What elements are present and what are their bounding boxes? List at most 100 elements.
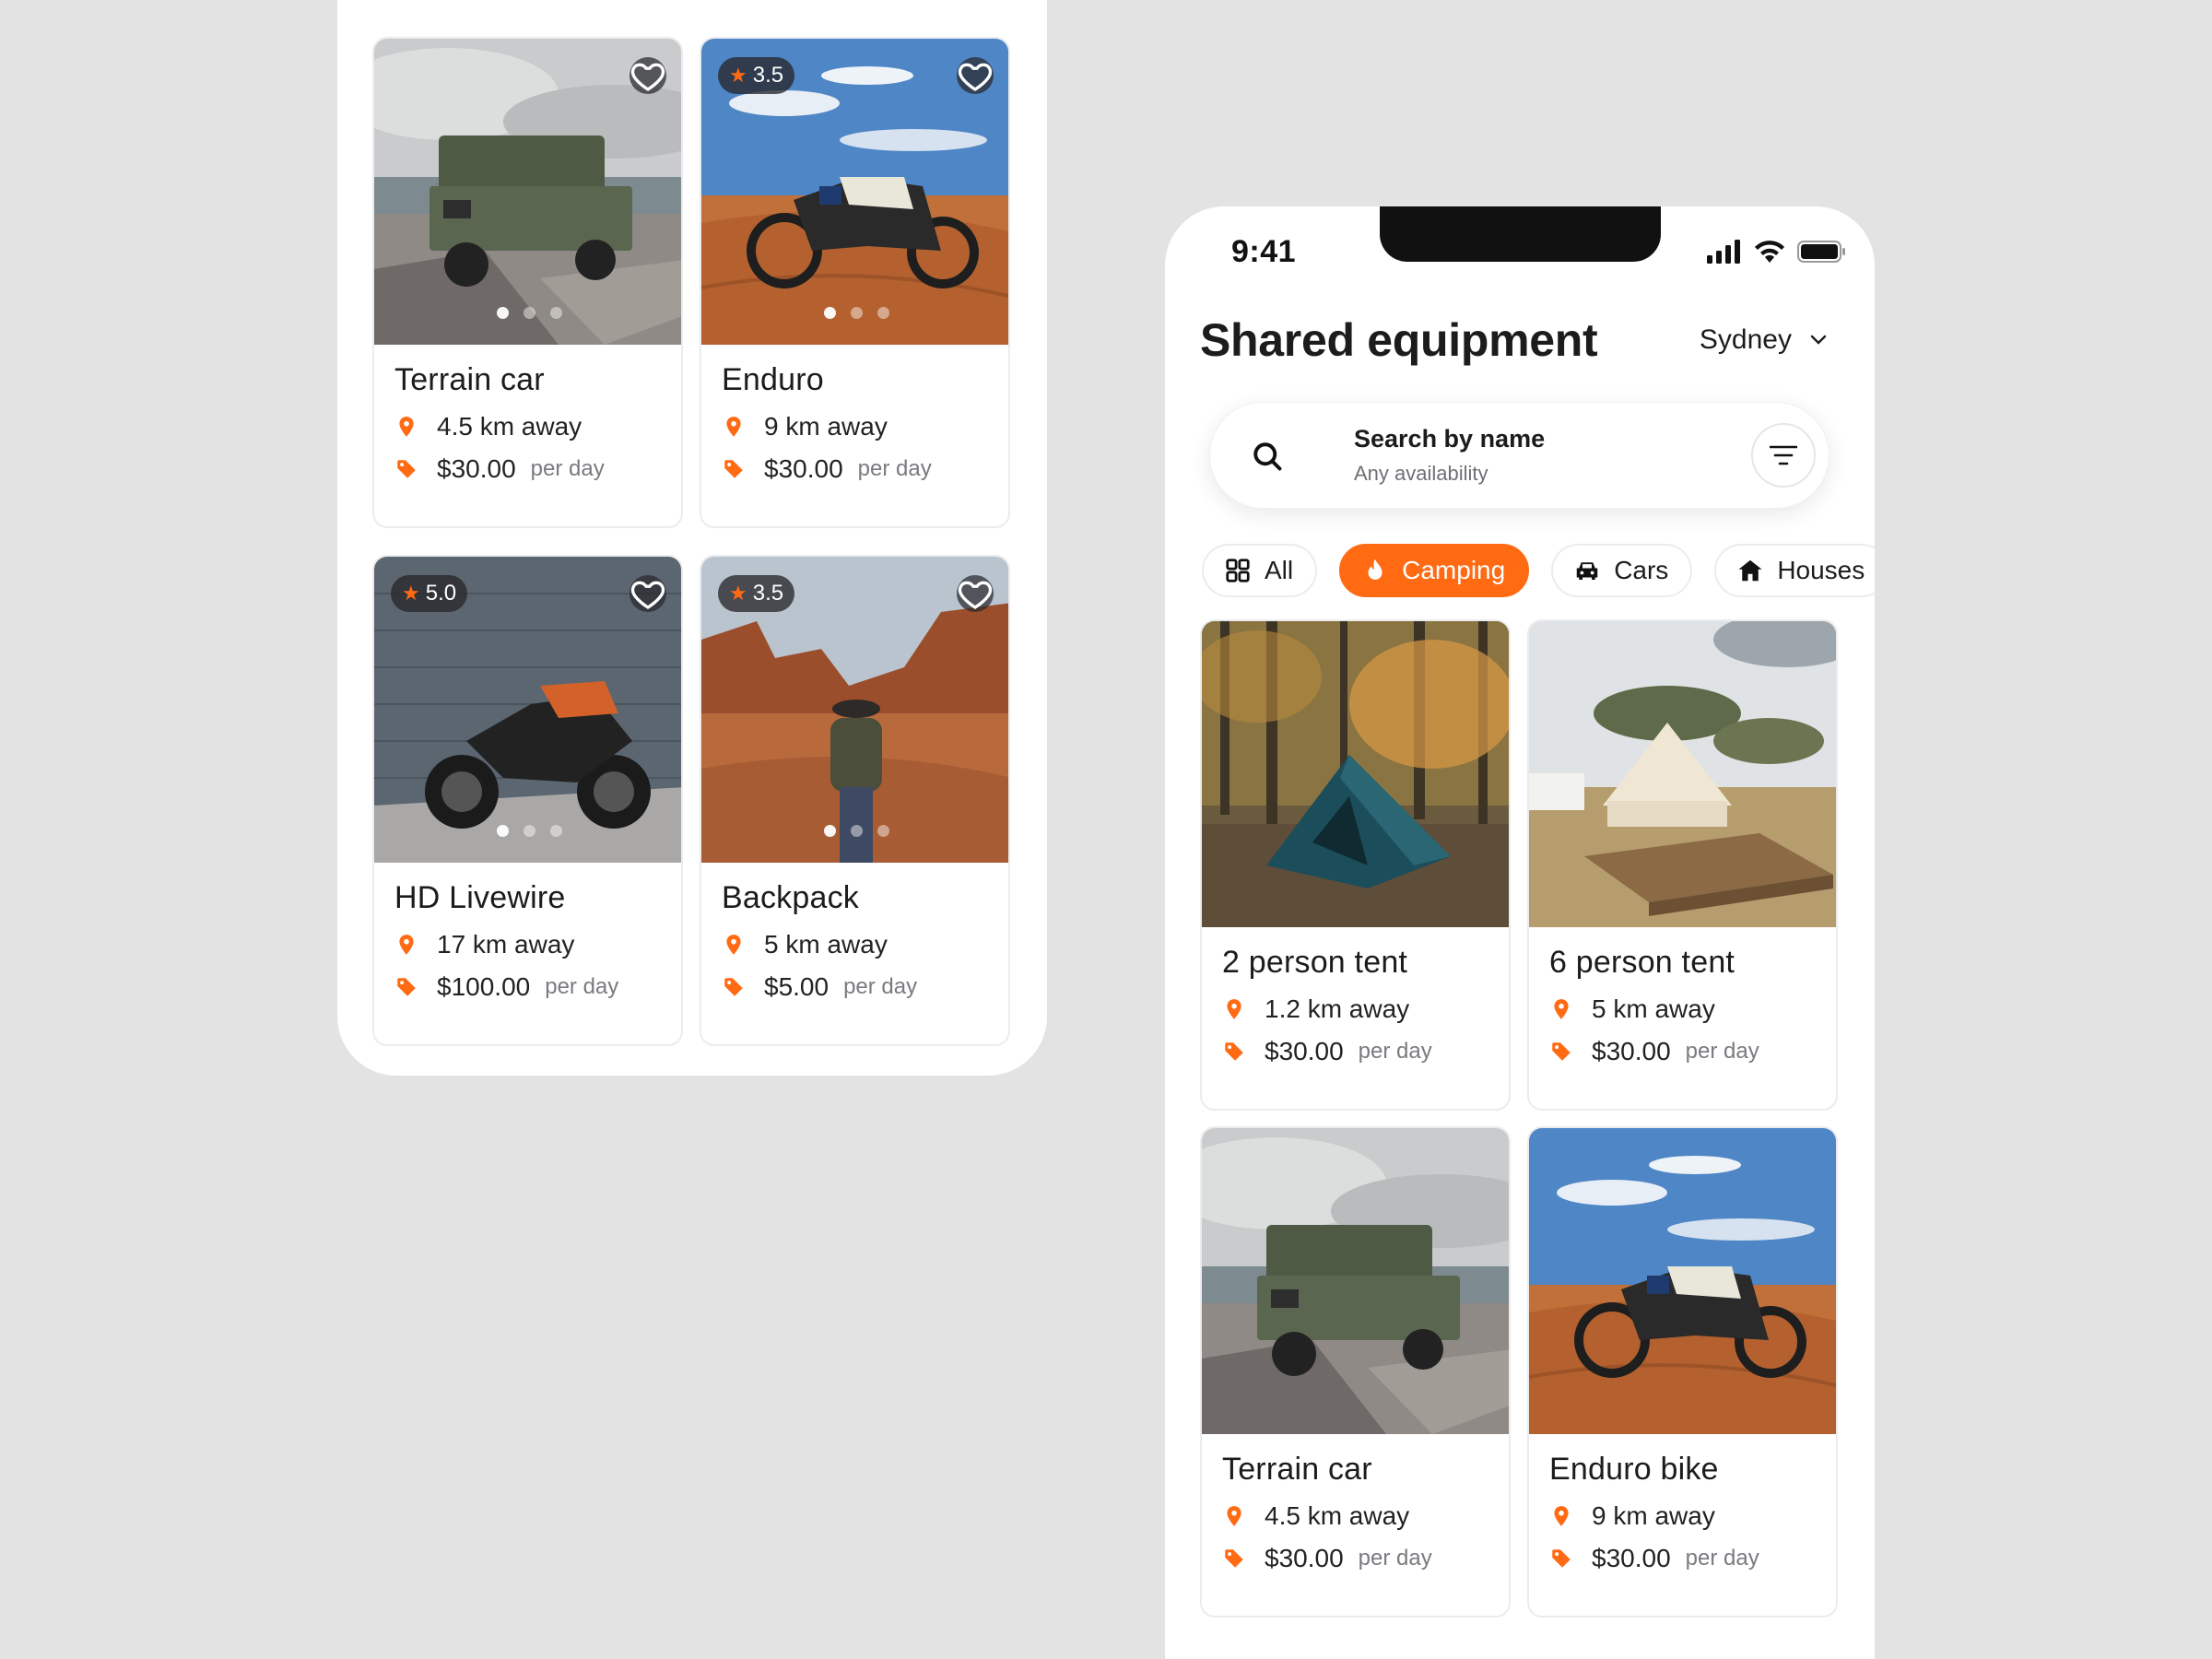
favorite-heart-icon[interactable]	[629, 575, 666, 612]
chip-all[interactable]: All	[1202, 544, 1318, 597]
price-unit: per day	[1685, 1546, 1759, 1571]
listing-price: $30.00	[1265, 1037, 1344, 1065]
star-icon: ★	[729, 582, 747, 605]
listing-card-enduro[interactable]: ★ 3.5 Enduro 9 km away $30.00 per day	[700, 37, 1010, 528]
location-pin-icon	[1549, 997, 1573, 1021]
battery-icon	[1797, 241, 1845, 263]
listing-title: 6 person tent	[1549, 945, 1735, 980]
city-selector[interactable]: Sydney	[1700, 324, 1827, 356]
fire-icon	[1368, 559, 1382, 580]
carousel-dots[interactable]	[701, 307, 1008, 319]
status-icons	[1707, 240, 1847, 264]
price-unit: per day	[857, 456, 932, 481]
chip-label: Camping	[1402, 556, 1506, 584]
wifi-icon	[1755, 241, 1784, 263]
listing-title: Enduro bike	[1549, 1452, 1719, 1487]
listing-price: $30.00	[764, 454, 843, 483]
favorite-heart-icon[interactable]	[957, 57, 994, 94]
listing-distance: 17 km away	[437, 930, 575, 959]
listing-title: Terrain car	[394, 362, 545, 397]
listing-card-backpack[interactable]: ★ 3.5 Backpack 5 km away $5.00 per day	[700, 555, 1010, 1046]
listing-distance: 4.5 km away	[437, 412, 582, 441]
listing-price: $100.00	[437, 972, 531, 1001]
search-bar[interactable]: Search by name Any availability	[1209, 402, 1830, 509]
price-unit: per day	[1358, 1039, 1432, 1064]
house-icon	[1738, 559, 1762, 582]
location-pin-icon	[394, 415, 418, 439]
price-tag-icon	[722, 975, 746, 999]
location-pin-icon	[722, 415, 746, 439]
chevron-down-icon	[1810, 335, 1827, 345]
status-time: 9:41	[1231, 234, 1297, 269]
listing-card-6-person-tent[interactable]: 6 person tent 5 km away $30.00 per day	[1527, 619, 1838, 1111]
listing-card-terrain-car[interactable]: Terrain car 4.5 km away $30.00 per day	[1200, 1126, 1511, 1618]
price-unit: per day	[530, 456, 605, 481]
listing-distance: 9 km away	[764, 412, 888, 441]
star-icon: ★	[729, 64, 747, 87]
listing-photo	[1202, 621, 1509, 927]
listing-photo: ★ 3.5	[701, 39, 1008, 345]
listing-distance: 4.5 km away	[1265, 1501, 1410, 1530]
price-unit: per day	[843, 974, 918, 999]
car-icon	[1576, 562, 1598, 580]
listing-photo	[1529, 1128, 1836, 1434]
city-label: Sydney	[1699, 324, 1792, 355]
price-tag-icon	[1222, 1040, 1246, 1064]
location-pin-icon	[394, 933, 418, 957]
listing-title: 2 person tent	[1222, 945, 1408, 980]
listing-price: $30.00	[1265, 1544, 1344, 1572]
location-pin-icon	[1222, 1504, 1246, 1528]
listing-photo	[1529, 621, 1836, 927]
favorite-heart-icon[interactable]	[957, 575, 994, 612]
location-pin-icon	[1549, 1504, 1573, 1528]
listing-title: Terrain car	[1222, 1452, 1372, 1487]
listing-photo	[1202, 1128, 1509, 1434]
star-icon: ★	[402, 582, 420, 605]
price-unit: per day	[1685, 1039, 1759, 1064]
carousel-dots[interactable]	[701, 825, 1008, 837]
filter-button[interactable]	[1751, 423, 1816, 488]
signal-icon	[1707, 240, 1740, 264]
listing-card-2-person-tent[interactable]: 2 person tent 1.2 km away $30.00 per day	[1200, 619, 1511, 1111]
listing-price: $30.00	[437, 454, 516, 483]
rating-badge: ★ 3.5	[718, 57, 795, 94]
search-sublabel: Any availability	[1354, 462, 1488, 485]
device-notch	[1380, 206, 1661, 262]
listing-card-hd-livewire[interactable]: ★ 5.0 HD Livewire 17 km away $100.00 per …	[372, 555, 683, 1046]
search-icon	[1253, 442, 1282, 471]
listing-price: $30.00	[1592, 1544, 1671, 1572]
price-tag-icon	[394, 457, 418, 481]
price-tag-icon	[722, 457, 746, 481]
price-tag-icon	[1549, 1040, 1573, 1064]
price-tag-icon	[394, 975, 418, 999]
price-tag-icon	[1222, 1547, 1246, 1571]
chip-houses[interactable]: Houses	[1714, 544, 1875, 597]
listing-distance: 5 km away	[764, 930, 888, 959]
listing-title: HD Livewire	[394, 880, 566, 915]
location-pin-icon	[1222, 997, 1246, 1021]
location-pin-icon	[722, 933, 746, 957]
right-phone-screen: 9:41 Shared equipment Sydney Search by n…	[1165, 206, 1875, 1659]
listing-distance: 9 km away	[1592, 1501, 1715, 1530]
rating-badge: ★ 3.5	[718, 575, 795, 612]
rating-value: 5.0	[425, 581, 457, 606]
carousel-dots[interactable]	[374, 825, 681, 837]
listing-photo: ★ 3.5	[701, 557, 1008, 863]
favorite-heart-icon[interactable]	[629, 57, 666, 94]
rating-value: 3.5	[752, 581, 784, 606]
category-chips: All Camping Cars Houses	[1202, 544, 1875, 597]
price-unit: per day	[1358, 1546, 1432, 1571]
filter-icon	[1770, 445, 1797, 465]
rating-badge: ★ 5.0	[391, 575, 468, 612]
chip-label: Houses	[1777, 556, 1865, 584]
chip-camping[interactable]: Camping	[1339, 544, 1530, 597]
listing-card-enduro-bike[interactable]: Enduro bike 9 km away $30.00 per day	[1527, 1126, 1838, 1618]
listing-photo: ★ 5.0	[374, 557, 681, 863]
search-label: Search by name	[1354, 425, 1546, 453]
listing-card-terrain-car[interactable]: Terrain car 4.5 km away $30.00 per day	[372, 37, 683, 528]
chip-cars[interactable]: Cars	[1551, 544, 1693, 597]
listing-price: $30.00	[1592, 1037, 1671, 1065]
left-phone-screen: Terrain car 4.5 km away $30.00 per day ★…	[337, 0, 1047, 1076]
listing-title: Backpack	[722, 880, 860, 915]
carousel-dots[interactable]	[374, 307, 681, 319]
